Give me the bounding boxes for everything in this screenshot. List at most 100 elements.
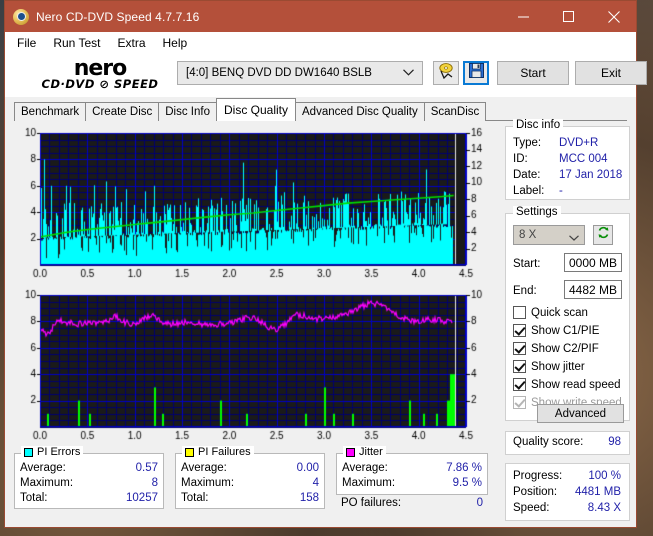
quality-score-group: Quality score: 98 [505,431,630,455]
checkbox-show-read-speed[interactable]: Show read speed [513,378,621,391]
pi-errors-legend: PI Errors [21,446,84,458]
drive-select-value: [4:0] BENQ DVD DD DW1640 BSLB [186,67,372,79]
start-mb-input[interactable]: 0000 MB [564,253,622,272]
disc-info-group: Disc info Type: DVD+R ID: MCC 004 Date: … [505,119,630,200]
disc-type-key: Type: [513,137,542,149]
advanced-button[interactable]: Advanced [537,404,624,423]
jitter-max-key: Maximum: [342,477,396,489]
window-title: Nero CD-DVD Speed 4.7.7.16 [36,9,200,24]
disc-label-val: - [559,185,563,197]
jitter-legend-label: Jitter [359,446,383,458]
eject-disc-icon [438,62,455,84]
nero-wordmark: nero [73,56,128,81]
pi-errors-legend-label: PI Errors [37,446,81,458]
disc-date-val: 17 Jan 2018 [559,169,623,181]
disc-type-val: DVD+R [559,137,599,149]
tab-strip: Benchmark Create Disc Disc Info Disc Qua… [5,97,636,121]
pi-errors-max-val: 8 [151,477,158,489]
pi-failures-avg-key: Average: [181,462,227,474]
checkbox-show-c1-pie[interactable]: Show C1/PIE [513,324,599,337]
speed-select[interactable]: 8 X [513,225,585,245]
po-failures-row: PO failures: 0 [336,495,488,515]
checkbox-show-jitter[interactable]: Show jitter [513,360,585,373]
quality-score-label: Quality score: [513,436,584,448]
settings-group: Settings 8 X Start: 0000 MB End: 4482 MB… [505,206,630,421]
tab-disc-info[interactable]: Disc Info [158,102,217,121]
save-button[interactable] [463,61,489,85]
pi-errors-chart [14,125,498,285]
disc-quality-panel: PI Errors Average: 0.57 Maximum: 8 Total… [5,119,636,527]
pi-failures-max-key: Maximum: [181,477,235,489]
checkbox-show-c2-pif[interactable]: Show C2/PIF [513,342,599,355]
maximize-button[interactable] [546,1,591,32]
menu-item-run-test[interactable]: Run Test [50,34,109,52]
title-bar: Nero CD-DVD Speed 4.7.7.16 [5,1,636,32]
start-mb-label: Start: [513,258,541,270]
speed-val: 8.43 X [587,502,621,514]
end-mb-input[interactable]: 4482 MB [564,280,622,299]
minimize-button[interactable] [501,1,546,32]
exit-button[interactable]: Exit [575,61,647,85]
start-button[interactable]: Start [497,61,569,85]
disc-id-key: ID: [513,153,528,165]
speed-key: Speed: [513,502,550,514]
checkbox-box [513,378,526,391]
pi-failures-max-val: 4 [312,477,319,489]
tab-advanced-disc-quality[interactable]: Advanced Disc Quality [295,102,425,121]
pi-errors-canvas [14,125,498,285]
close-button[interactable] [591,1,636,32]
pi-errors-stats: PI Errors Average: 0.57 Maximum: 8 Total… [14,446,164,509]
checkbox-box [513,396,526,409]
menu-bar: File Run Test Extra Help [5,32,636,53]
toolbar: nero CD·DVD ⊘ SPEED [4:0] BENQ DVD DD DW… [5,53,647,97]
jitter-pif-canvas [14,287,498,447]
pi-failures-stats: PI Failures Average: 0.00 Maximum: 4 Tot… [175,446,325,509]
chevron-down-icon [569,232,579,244]
menu-item-help[interactable]: Help [160,34,197,52]
checkbox-label: Show C2/PIF [531,342,599,355]
refresh-icon [597,226,610,244]
checkbox-label: Quick scan [531,306,588,319]
nero-cd-dvd-speed-window: Nero CD-DVD Speed 4.7.7.16 File Run Test… [4,0,647,528]
end-mb-label: End: [513,285,537,297]
checkbox-label: Show read speed [531,378,621,391]
drive-select[interactable]: [4:0] BENQ DVD DD DW1640 BSLB [177,61,423,85]
po-failures-val: 0 [476,497,483,509]
tab-benchmark[interactable]: Benchmark [14,102,87,121]
tab-create-disc[interactable]: Create Disc [85,102,160,121]
pi-failures-legend: PI Failures [182,446,254,458]
chevron-down-icon [403,67,414,79]
refresh-button[interactable] [593,225,613,245]
tab-scandisc[interactable]: ScanDisc [423,102,487,121]
progress-key: Progress: [513,470,563,482]
menu-item-file[interactable]: File [14,34,45,52]
position-val: 4481 MB [574,486,621,498]
position-key: Position: [513,486,558,498]
checkbox-quick-scan[interactable]: Quick scan [513,306,588,319]
pi-errors-max-key: Maximum: [20,477,74,489]
pi-errors-total-val: 10257 [126,492,158,504]
tab-disc-quality[interactable]: Disc Quality [216,98,297,121]
checkbox-box [513,360,526,373]
disc-info-legend: Disc info [513,119,564,131]
progress-val: 100 % [588,470,621,482]
save-floppy-icon [468,63,484,83]
disc-date-key: Date: [513,169,541,181]
pi-failures-avg-val: 0.00 [296,462,319,474]
progress-group: Progress: 100 % Position: 4481 MB Speed:… [505,463,630,521]
pi-errors-total-key: Total: [20,492,48,504]
nero-tagline: CD·DVD ⊘ SPEED [41,77,159,91]
jitter-max-val: 9.5 % [452,477,482,489]
menu-item-extra[interactable]: Extra [114,34,154,52]
nero-logo: nero CD·DVD ⊘ SPEED [25,56,175,91]
pi-failures-total-key: Total: [181,492,209,504]
pi-failures-total-val: 158 [299,492,319,504]
jitter-legend: Jitter [343,446,386,458]
pi-errors-avg-key: Average: [20,462,66,474]
jitter-pif-chart [14,287,498,447]
disc-label-key: Label: [513,185,545,197]
jitter-swatch [346,447,355,457]
pi-errors-swatch [24,447,33,457]
eject-disc-button[interactable] [433,61,459,85]
pi-failures-swatch [185,447,194,457]
